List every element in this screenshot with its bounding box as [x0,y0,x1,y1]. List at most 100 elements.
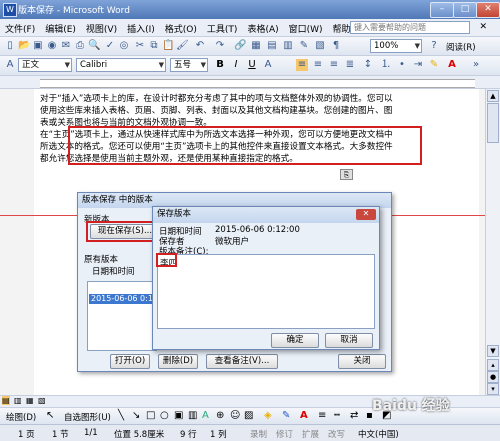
highlight-icon[interactable]: ✎ [428,59,440,71]
fill-color-icon[interactable]: ◈ [264,410,272,421]
styles-icon[interactable]: A [4,59,16,71]
menu-view[interactable]: 视图(V) [81,19,122,35]
browse-object-icon[interactable]: ● [487,371,499,383]
permission-icon[interactable]: ◉ [46,40,58,52]
scroll-up-icon[interactable]: ▲ [487,90,499,102]
line-color-icon[interactable]: ✎ [282,410,290,421]
vertical-scrollbar[interactable]: ▲ ▼ ▴ ● ▾ [485,89,500,395]
read-button[interactable]: 阅读(R) [446,41,476,53]
show-marks-icon[interactable]: ¶ [330,40,342,52]
menu-insert[interactable]: 插入(I) [122,19,160,35]
line-spacing-icon[interactable]: ↕ [362,59,374,71]
bold-icon[interactable]: B [214,59,226,71]
open-button[interactable]: 打开(O) [110,354,150,369]
zoom-select[interactable]: 100% ▼ [370,39,422,53]
help-icon[interactable]: ? [428,40,440,52]
close-window-button[interactable]: ✕ [476,2,500,18]
ok-button[interactable]: 确定 [271,333,319,348]
align-justify-icon[interactable]: ≡ [296,59,308,71]
paragraph-1[interactable]: 对于“插入”选项卡上的库，在设计时都充分考虑了其中的项与文档整体外观的协调性。您… [40,93,400,129]
copy-icon[interactable]: ⧉ [148,40,160,52]
drawing-icon[interactable]: ✎ [298,40,310,52]
textbox-icon[interactable]: ▣ [174,410,183,421]
web-view-icon[interactable]: ▥ [14,396,22,405]
diagram-icon[interactable]: ⊕ [216,410,224,421]
close-button[interactable]: 关闭 [338,354,386,369]
menu-edit[interactable]: 编辑(E) [40,19,81,35]
close-dialog-icon[interactable]: ✕ [356,209,376,220]
menu-window[interactable]: 窗口(W) [284,19,328,35]
prev-page-icon[interactable]: ▴ [487,359,499,371]
more-options-icon[interactable]: » [470,59,482,71]
draw-menu[interactable]: 绘图(D) [6,411,36,423]
maximize-button[interactable]: □ [453,2,477,18]
versions-list[interactable]: 2015-06-06 0:11 [87,281,157,351]
cancel-button[interactable]: 取消 [325,333,373,348]
scroll-thumb[interactable] [487,103,499,143]
dash-style-icon[interactable]: ┅ [334,410,340,421]
indent-icon[interactable]: ⇥ [412,59,424,71]
save-icon[interactable]: ▣ [32,40,44,52]
font-color-icon[interactable]: A [446,59,458,71]
status-ext[interactable]: 扩展 [302,428,319,440]
open-icon[interactable]: 📂 [18,40,30,52]
outline-view-icon[interactable]: ▧ [38,396,46,405]
research-icon[interactable]: ◎ [118,40,130,52]
docmap-icon[interactable]: ▧ [314,40,326,52]
bullets-icon[interactable]: • [396,59,408,71]
status-ovr[interactable]: 改写 [328,428,345,440]
rectangle-icon[interactable]: □ [146,410,155,421]
version-row-selected[interactable]: 2015-06-06 0:11 [89,294,155,304]
delete-button[interactable]: 删除(D) [158,354,198,369]
ruler[interactable] [0,76,500,89]
style-select[interactable]: 正文 ▼ [18,58,72,72]
close-doc-icon[interactable]: ✕ [474,19,492,32]
view-comment-button[interactable]: 查看备注(V)... [206,354,278,369]
align-right-icon[interactable]: ≡ [328,59,340,71]
col-header-datetime[interactable]: 日期和时间 [92,265,135,277]
help-search-input[interactable]: 键入需要帮助的问题 [350,21,470,34]
vertical-textbox-icon[interactable]: ▥ [188,410,197,421]
normal-view-icon[interactable]: ▤ [2,396,10,405]
font-select[interactable]: Calibri ▼ [76,58,166,72]
scroll-down-icon[interactable]: ▼ [487,345,499,357]
align-center-icon[interactable]: ≡ [312,59,324,71]
redo-icon[interactable]: ↷ [214,40,226,52]
numbering-icon[interactable]: ⒈ [380,59,392,71]
picture-icon[interactable]: ▨ [244,410,253,421]
format-painter-icon[interactable]: 🖌 [176,40,189,52]
wordart-icon[interactable]: A [202,410,209,421]
line-style-icon[interactable]: ≡ [318,410,326,421]
spelling-icon[interactable]: ✓ [104,40,116,52]
arrow-icon[interactable]: ↘ [132,410,140,421]
distribute-icon[interactable]: ≣ [344,59,356,71]
arrow-style-icon[interactable]: ⇄ [350,410,358,421]
underline-icon[interactable]: U [246,59,258,71]
cut-icon[interactable]: ✂ [134,40,146,52]
menu-tools[interactable]: 工具(T) [202,19,243,35]
minimize-button[interactable]: – [430,2,454,18]
italic-icon[interactable]: I [230,59,242,71]
print-icon[interactable]: ⎙ [74,40,86,52]
paste-icon[interactable]: 📋 [162,40,174,52]
new-doc-icon[interactable]: ▯ [4,40,16,52]
select-arrow-icon[interactable]: ↖ [46,410,54,421]
status-rec[interactable]: 录制 [250,428,267,440]
table-icon[interactable]: ▦ [250,40,262,52]
columns-icon[interactable]: ▥ [282,40,294,52]
mail-icon[interactable]: ✉ [60,40,72,52]
excel-icon[interactable]: ▤ [266,40,278,52]
comment-textarea[interactable]: 李四 [157,254,375,329]
menu-table[interactable]: 表格(A) [242,19,283,35]
paste-options-icon[interactable]: ⎘ [340,169,353,180]
menu-format[interactable]: 格式(O) [160,19,202,35]
undo-icon[interactable]: ↶ [194,40,206,52]
size-select[interactable]: 五号 ▼ [170,58,208,72]
autoshapes-menu[interactable]: 自选图形(U) [64,411,111,423]
clipart-icon[interactable]: ☺ [230,410,240,421]
menu-file[interactable]: 文件(F) [0,19,40,35]
line-icon[interactable]: ╲ [118,410,124,421]
status-trk[interactable]: 修订 [276,428,293,440]
char-border-icon[interactable]: A [262,59,274,71]
preview-icon[interactable]: 🔍 [88,40,100,52]
